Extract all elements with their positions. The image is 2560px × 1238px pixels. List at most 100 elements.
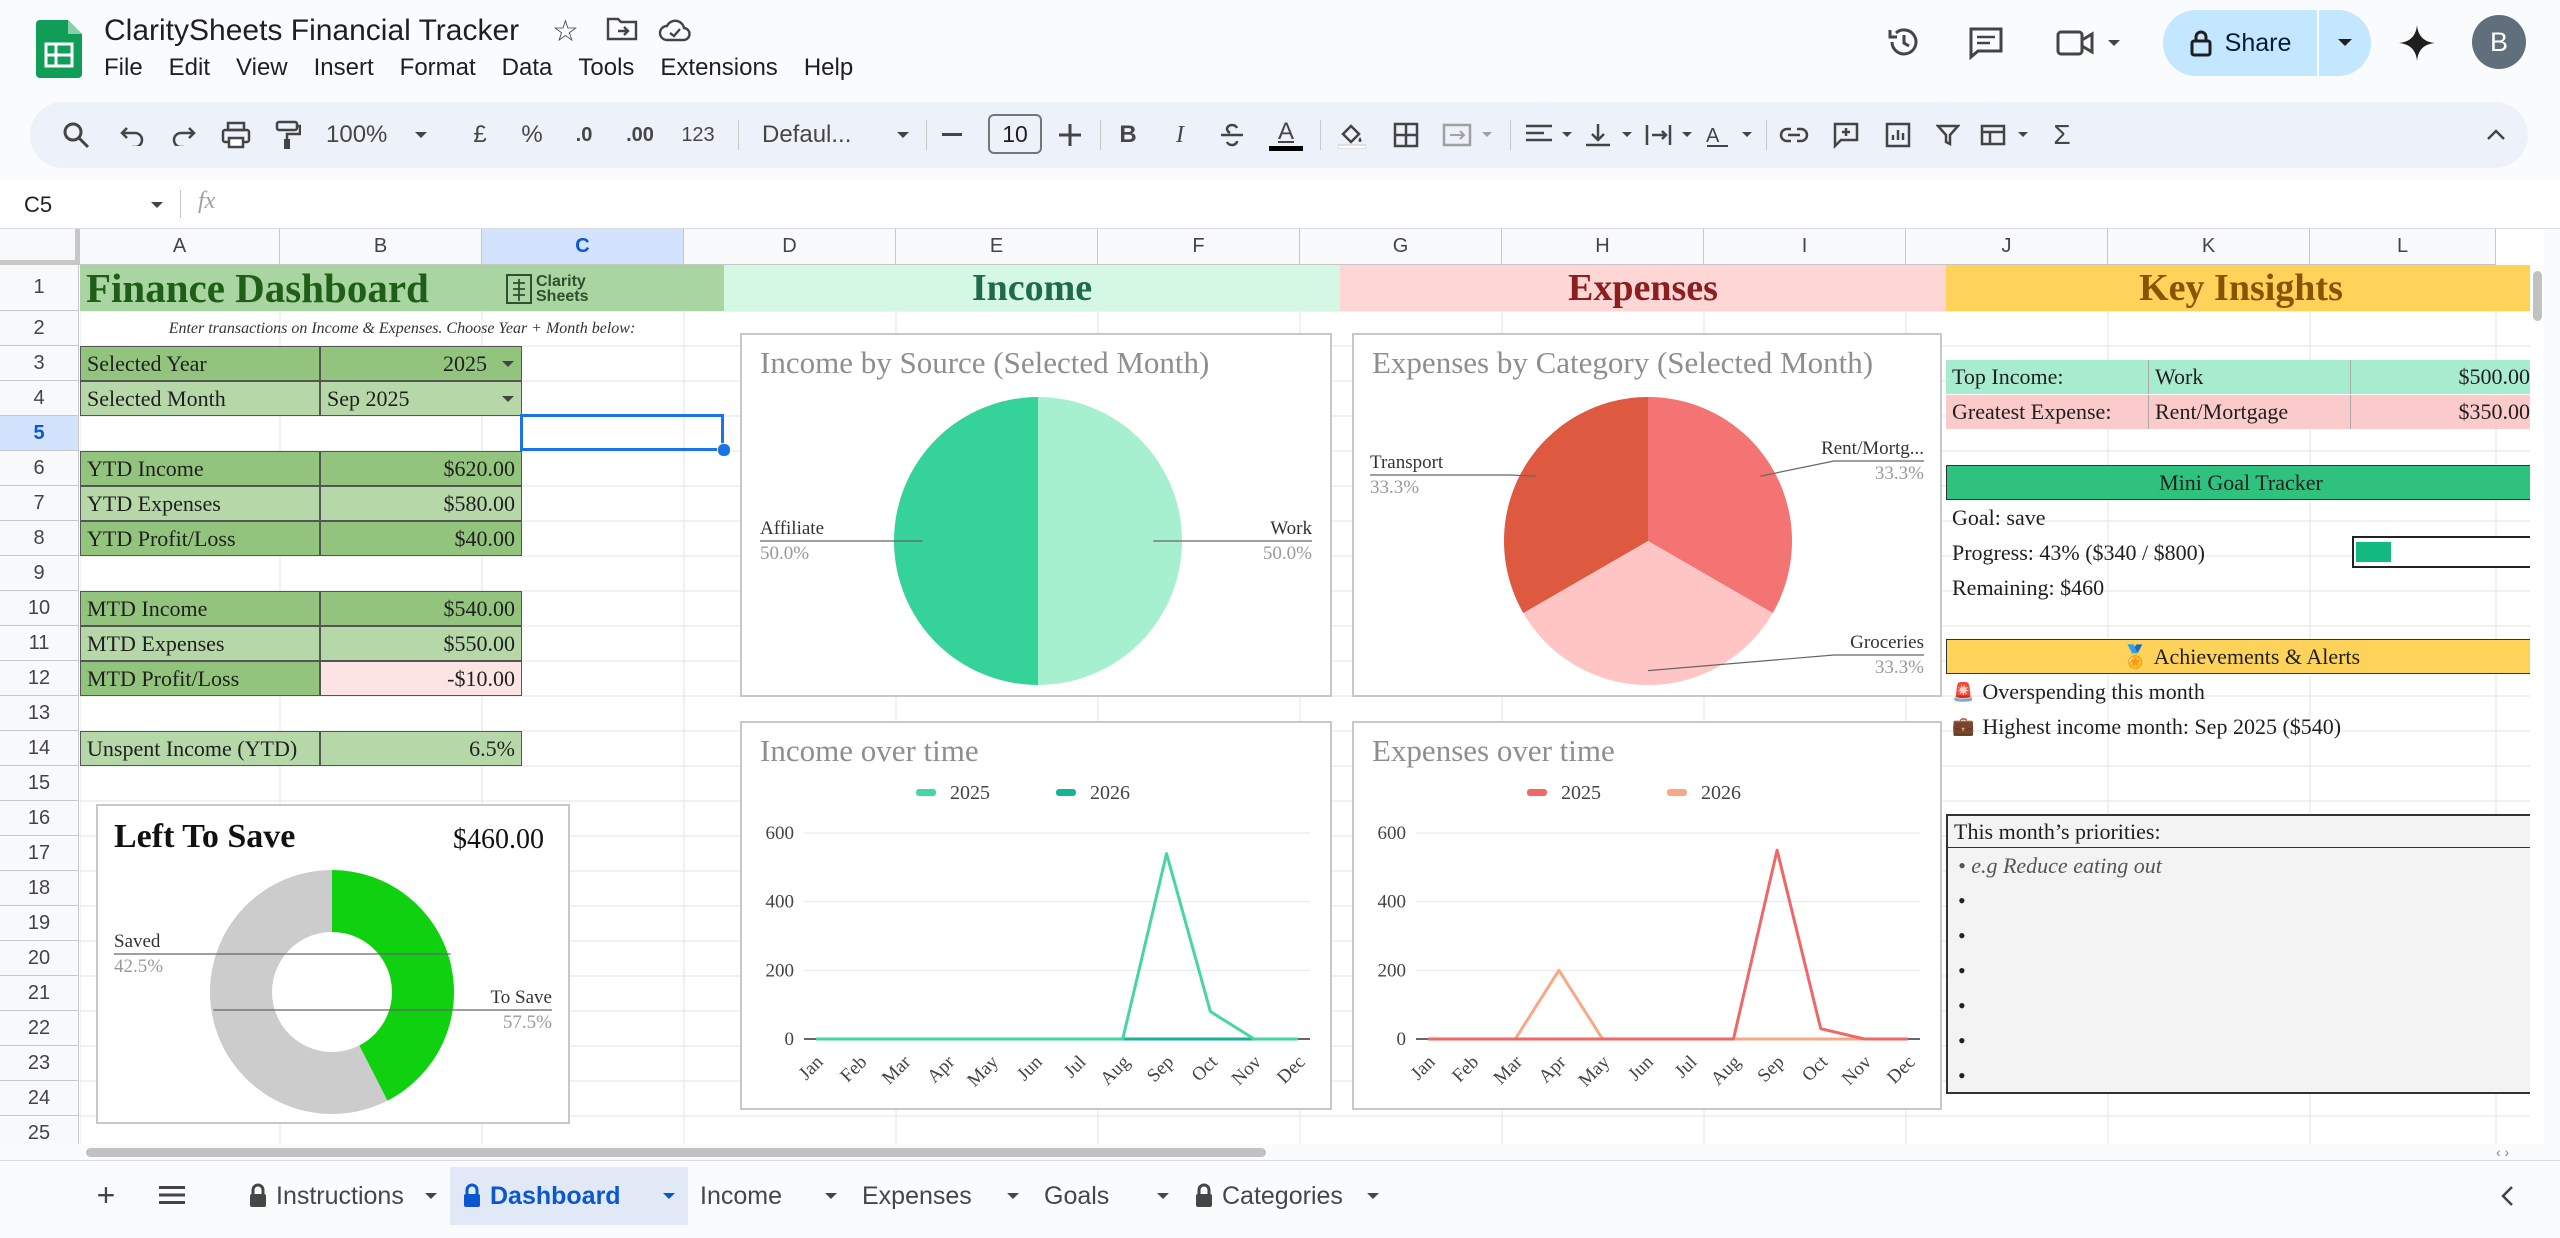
star-icon[interactable]: ☆ [552, 14, 579, 49]
income-over-time-chart[interactable]: Income over time 2025 2026 0 200 400 600 Jan Fe… [740, 721, 1332, 1110]
menu-insert[interactable]: Insert [314, 54, 374, 82]
cloud-saved-icon[interactable] [658, 18, 692, 47]
more-formats-button[interactable]: 123 [676, 102, 720, 168]
bold-button[interactable]: B [1108, 102, 1148, 168]
column-header-f[interactable]: F [1098, 229, 1300, 265]
vertical-align-icon[interactable] [1580, 102, 1640, 168]
comments-icon[interactable] [1968, 26, 2004, 65]
add-sheet-button[interactable]: + [86, 1175, 126, 1215]
left-to-save-chart[interactable]: Left To Save $460.00 Saved 42.5% To Save 57… [96, 804, 570, 1124]
zoom-select[interactable]: 100% [322, 102, 432, 168]
priority-item[interactable]: • [1948, 1023, 2534, 1058]
insert-link-icon[interactable] [1774, 102, 1814, 168]
row-header-12[interactable]: 12 [0, 661, 79, 696]
decrease-font-size-icon[interactable] [932, 102, 972, 168]
row-header-23[interactable]: 23 [0, 1046, 79, 1081]
print-icon[interactable] [216, 102, 256, 168]
sheet-tab-expenses[interactable]: Expenses [850, 1167, 1032, 1225]
text-rotation-icon[interactable]: A [1700, 102, 1760, 168]
italic-button[interactable]: I [1160, 102, 1200, 168]
column-header-c[interactable]: C [482, 229, 684, 265]
row-header-24[interactable]: 24 [0, 1081, 79, 1116]
priorities-list[interactable]: • e.g Reduce eating out • • • • • • [1948, 848, 2534, 1093]
sheet-tab-categories[interactable]: Categories [1182, 1167, 1392, 1225]
series-line-2025[interactable] [1428, 848, 1908, 1041]
select-all-corner[interactable] [0, 229, 80, 265]
all-sheets-menu-icon[interactable] [152, 1175, 192, 1215]
share-button[interactable]: Share [2163, 10, 2317, 76]
formula-input[interactable] [240, 188, 2520, 220]
insert-chart-icon[interactable] [1878, 102, 1918, 168]
horizontal-scroll-thumb[interactable] [86, 1148, 1266, 1157]
sheet-tab-goals[interactable]: Goals [1032, 1167, 1182, 1225]
selected-month-dropdown[interactable]: Sep 2025 [320, 381, 522, 416]
menu-data[interactable]: Data [502, 54, 553, 82]
row-header-10[interactable]: 10 [0, 591, 79, 626]
menu-format[interactable]: Format [400, 54, 476, 82]
column-header-h[interactable]: H [1502, 229, 1704, 265]
borders-icon[interactable] [1386, 102, 1426, 168]
menu-extensions[interactable]: Extensions [660, 54, 777, 82]
priority-item[interactable]: • e.g Reduce eating out [1948, 848, 2534, 883]
sheet-tab-dashboard[interactable]: Dashboard [450, 1167, 688, 1225]
menu-file[interactable]: File [104, 54, 143, 82]
functions-button[interactable]: Σ [2042, 102, 2082, 168]
horizontal-align-icon[interactable] [1520, 102, 1580, 168]
income-by-source-chart[interactable]: Income by Source (Selected Month) Work 50… [740, 333, 1332, 697]
row-header-13[interactable]: 13 [0, 696, 79, 731]
redo-icon[interactable] [164, 102, 204, 168]
scroll-arrows[interactable]: ‹ › [2496, 1144, 2509, 1160]
merge-cells-icon[interactable] [1436, 102, 1502, 168]
account-avatar[interactable]: B [2472, 15, 2526, 69]
menu-view[interactable]: View [236, 54, 288, 82]
column-header-e[interactable]: E [896, 229, 1098, 265]
row-header-11[interactable]: 11 [0, 626, 79, 661]
meet-video-icon[interactable] [2056, 28, 2122, 63]
row-header-2[interactable]: 2 [0, 311, 79, 346]
column-header-j[interactable]: J [1906, 229, 2108, 265]
increase-font-size-icon[interactable] [1050, 102, 1090, 168]
insert-comment-icon[interactable] [1826, 102, 1866, 168]
row-header-3[interactable]: 3 [0, 346, 79, 381]
row-header-5[interactable]: 5 [0, 416, 79, 451]
version-history-icon[interactable] [1886, 24, 1922, 65]
series-line-2026[interactable] [1428, 968, 1908, 1041]
move-folder-icon[interactable] [606, 16, 638, 47]
format-currency-button[interactable]: £ [460, 102, 500, 168]
filter-views-icon[interactable] [1976, 102, 2036, 168]
filter-icon[interactable] [1928, 102, 1968, 168]
priority-item[interactable]: • [1948, 1058, 2534, 1093]
sheets-logo-icon[interactable] [36, 20, 82, 78]
column-header-d[interactable]: D [684, 229, 896, 265]
fill-color-icon[interactable] [1332, 102, 1372, 168]
selected-year-dropdown[interactable]: 2025 [320, 346, 522, 381]
row-header-17[interactable]: 17 [0, 836, 79, 871]
text-color-button[interactable]: A [1264, 102, 1308, 168]
menu-help[interactable]: Help [804, 54, 853, 82]
row-header-18[interactable]: 18 [0, 871, 79, 906]
row-header-14[interactable]: 14 [0, 731, 79, 766]
row-header-16[interactable]: 16 [0, 801, 79, 836]
series-line-2025[interactable] [816, 852, 1298, 1041]
row-header-4[interactable]: 4 [0, 381, 79, 416]
priority-item[interactable]: • [1948, 988, 2534, 1023]
column-header-i[interactable]: I [1704, 229, 1906, 265]
strikethrough-icon[interactable] [1212, 102, 1252, 168]
column-header-l[interactable]: L [2310, 229, 2496, 265]
row-header-1[interactable]: 1 [0, 265, 79, 311]
collapse-toolbar-icon[interactable] [2476, 102, 2516, 168]
decrease-decimal-button[interactable]: .0 [564, 102, 604, 168]
row-header-8[interactable]: 8 [0, 521, 79, 556]
priority-item[interactable]: • [1948, 918, 2534, 953]
row-header-7[interactable]: 7 [0, 486, 79, 521]
row-header-20[interactable]: 20 [0, 941, 79, 976]
fill-handle[interactable] [717, 443, 731, 457]
vertical-scrollbar[interactable] [2530, 265, 2544, 1144]
priority-item[interactable]: • [1948, 883, 2534, 918]
row-header-25[interactable]: 25 [0, 1116, 79, 1144]
row-header-6[interactable]: 6 [0, 451, 79, 486]
row-header-9[interactable]: 9 [0, 556, 79, 591]
menu-tools[interactable]: Tools [578, 54, 634, 82]
expenses-over-time-chart[interactable]: Expenses over time 2025 2026 0 200 400 600 Jan… [1352, 721, 1942, 1110]
column-header-k[interactable]: K [2108, 229, 2310, 265]
